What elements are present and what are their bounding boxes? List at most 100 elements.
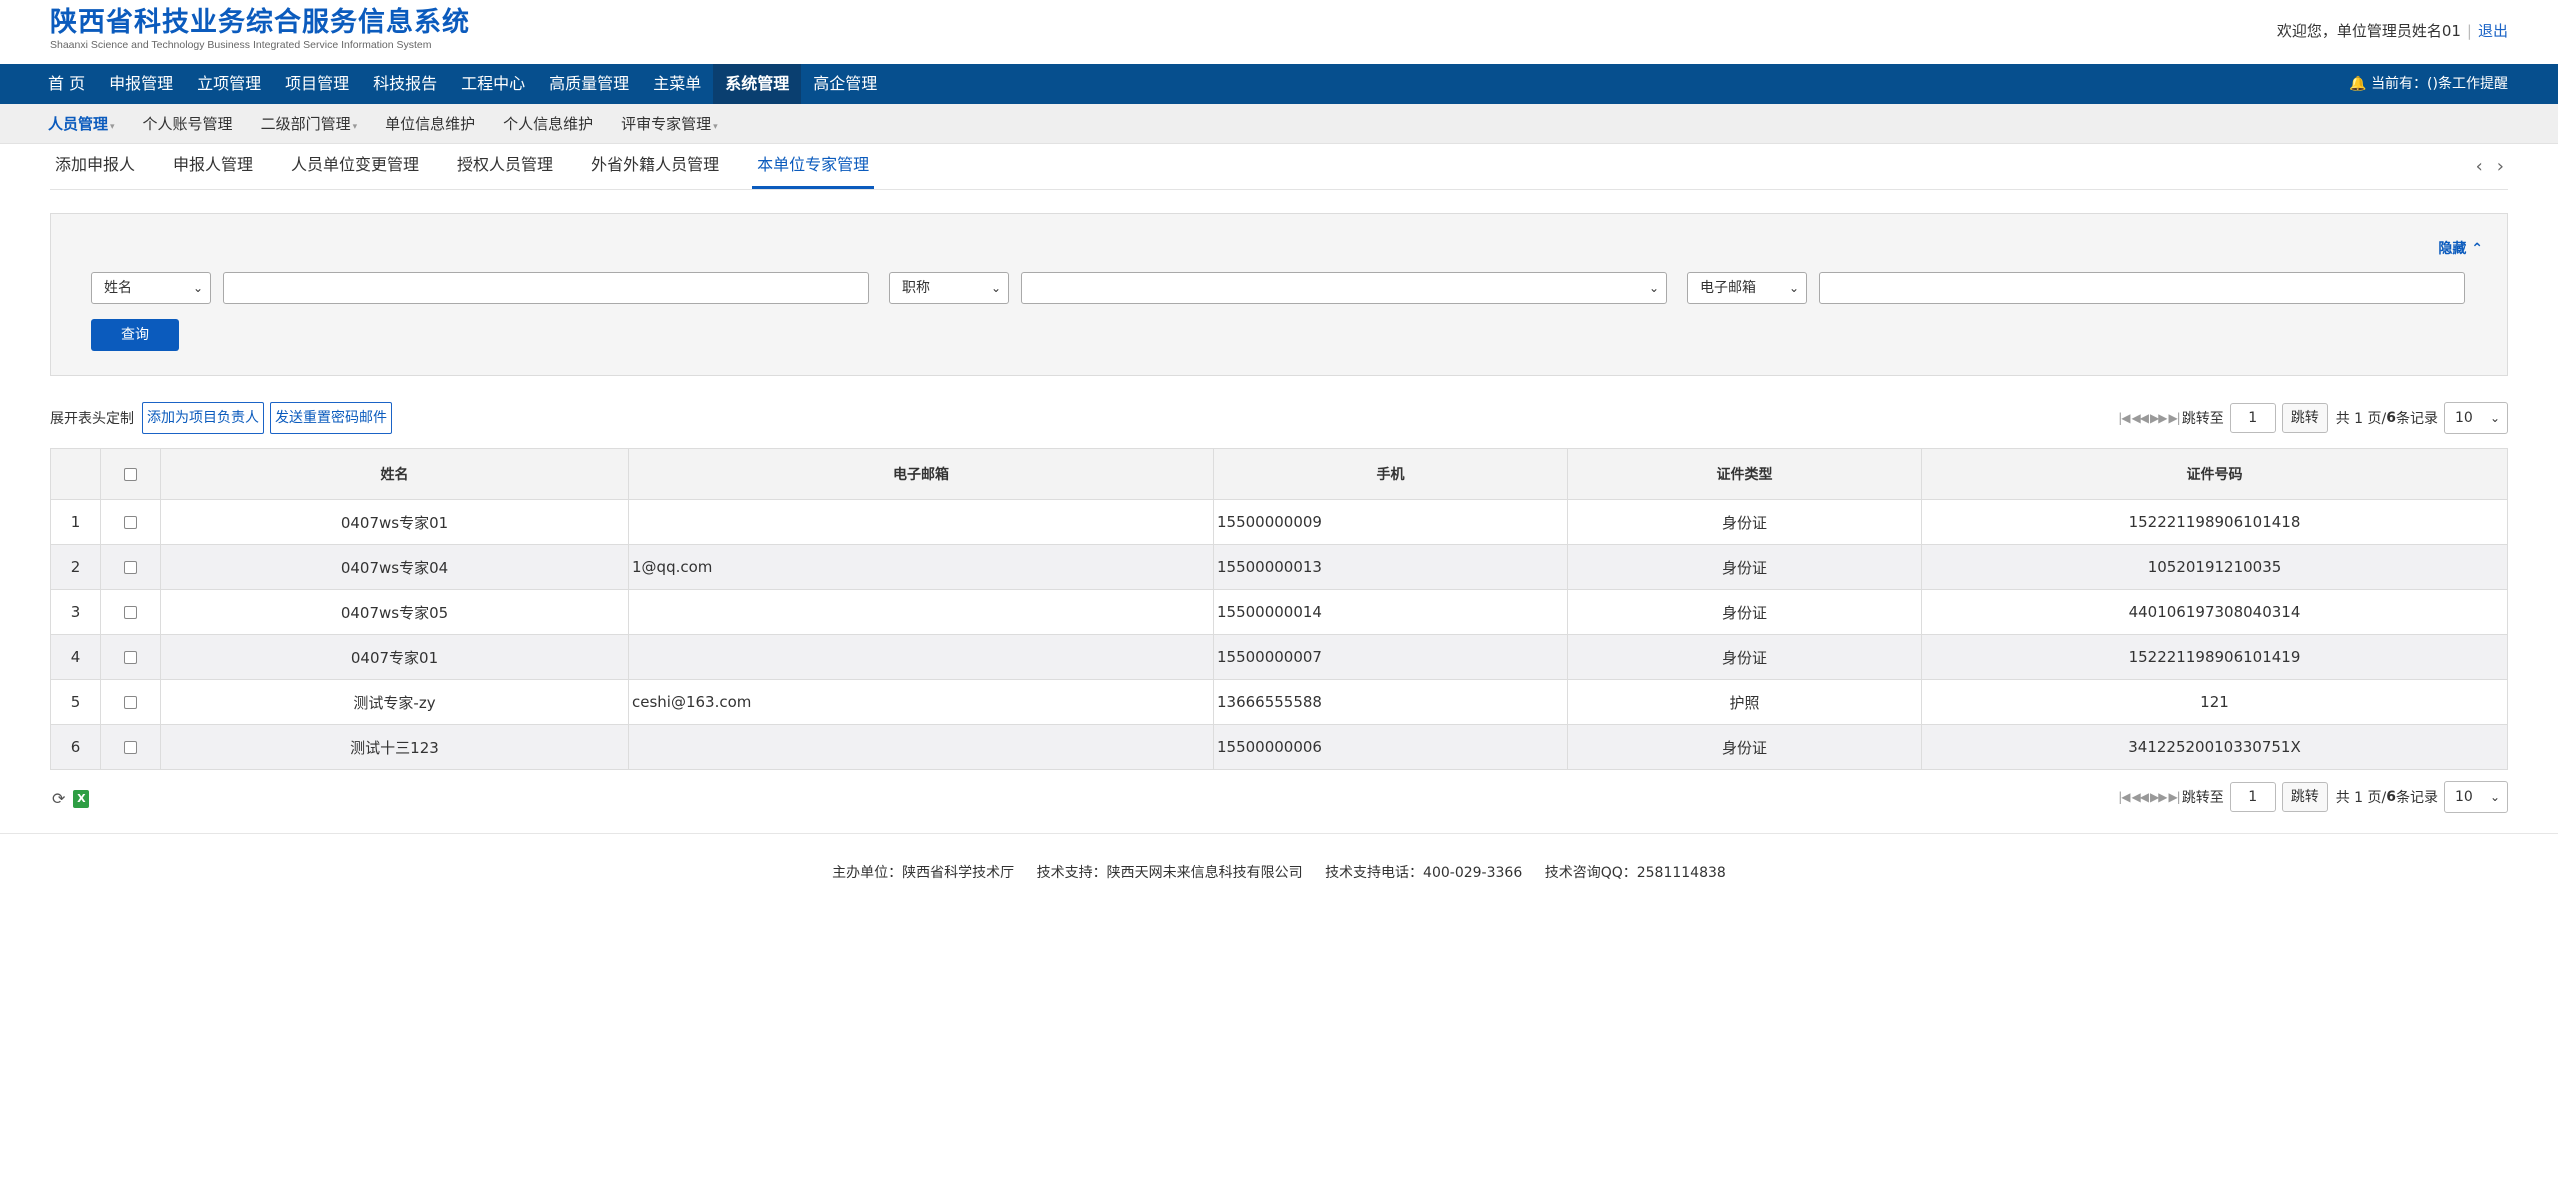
last-page-icon[interactable]: ▶| <box>2168 411 2180 425</box>
chevron-left-icon[interactable]: ‹ <box>2476 156 2483 177</box>
nav-declaration[interactable]: 申报管理 <box>97 64 185 104</box>
tab-foreign[interactable]: 外省外籍人员管理 <box>586 144 724 189</box>
row-checkbox[interactable] <box>124 741 137 754</box>
tab-applicant-manage[interactable]: 申报人管理 <box>168 144 258 189</box>
table-row[interactable]: 4 0407专家01 15500000007 身份证 1522211989061… <box>50 634 2508 680</box>
nav-system[interactable]: 系统管理 <box>713 64 802 104</box>
subnav-expert[interactable]: 评审专家管理 ▾ <box>607 104 732 147</box>
separator: | <box>2466 22 2472 40</box>
page-size-select[interactable]: 10 ⌄ <box>2444 402 2508 434</box>
nav-project[interactable]: 项目管理 <box>273 64 361 104</box>
subnav-unit-info[interactable]: 单位信息维护 <box>371 104 489 147</box>
nav-quality[interactable]: 高质量管理 <box>537 64 641 104</box>
table-row[interactable]: 1 0407ws专家01 15500000009 身份证 15222119890… <box>50 499 2508 545</box>
cell-email <box>628 724 1214 770</box>
main-nav: 首 页 申报管理 立项管理 项目管理 科技报告 工程中心 高质量管理 主菜单 系… <box>0 64 2558 104</box>
tab-add-applicant[interactable]: 添加申报人 <box>50 144 140 189</box>
nav-home[interactable]: 首 页 <box>36 64 97 104</box>
col-id-no[interactable]: 证件号码 <box>1921 448 2508 500</box>
row-index: 1 <box>50 499 101 545</box>
col-id-type[interactable]: 证件类型 <box>1567 448 1922 500</box>
pager-top: |◀ ◀◀ ▶▶ ▶| 跳转至 1 跳转 共 1 页/6 条记录 10 ⌄ <box>2118 402 2508 434</box>
field3-input[interactable] <box>1819 272 2465 304</box>
nav-approval[interactable]: 立项管理 <box>185 64 273 104</box>
table-row[interactable]: 2 0407ws专家04 1@qq.com 15500000013 身份证 10… <box>50 544 2508 590</box>
footer-qq: 技术咨询QQ：2581114838 <box>1544 865 1726 881</box>
cell-email <box>628 634 1214 680</box>
send-reset-password-button[interactable]: 发送重置密码邮件 <box>270 402 392 434</box>
field2-select[interactable]: 职称 ⌄ <box>889 272 1009 304</box>
site-logo[interactable]: 陕西省科技业务综合服务信息系统 Shaanxi Science and Tech… <box>50 6 470 51</box>
prev-page-icon[interactable]: ◀◀ <box>2132 790 2149 804</box>
field2-value-select[interactable]: ⌄ <box>1021 272 1667 304</box>
nav-hightech[interactable]: 高企管理 <box>801 64 889 104</box>
hide-search-link[interactable]: 隐藏 ⌃ <box>2438 238 2483 258</box>
chevron-right-icon[interactable]: › <box>2497 156 2504 177</box>
query-button[interactable]: 查询 <box>91 319 179 351</box>
excel-export-icon[interactable]: X <box>73 789 90 808</box>
row-checkbox[interactable] <box>124 561 137 574</box>
table-row[interactable]: 6 测试十三123 15500000006 身份证 34122520010330… <box>50 724 2508 770</box>
subnav-department[interactable]: 二级部门管理 ▾ <box>247 104 372 147</box>
row-checkbox[interactable] <box>124 696 137 709</box>
jump-to-label: 跳转至 <box>2181 790 2224 806</box>
logout-link[interactable]: 退出 <box>2478 22 2508 40</box>
cell-phone: 15500000007 <box>1213 634 1568 680</box>
tab-bar: 添加申报人 申报人管理 人员单位变更管理 授权人员管理 外省外籍人员管理 本单位… <box>50 144 2508 190</box>
first-page-icon[interactable]: |◀ <box>2118 411 2130 425</box>
customize-header-link[interactable]: 展开表头定制 <box>50 408 134 428</box>
tab-authorized[interactable]: 授权人员管理 <box>452 144 558 189</box>
row-checkbox[interactable] <box>124 606 137 619</box>
cell-name: 0407ws专家05 <box>160 589 629 635</box>
cell-id-type: 身份证 <box>1567 589 1922 635</box>
first-page-icon[interactable]: |◀ <box>2118 790 2130 804</box>
table-row[interactable]: 3 0407ws专家05 15500000014 身份证 44010619730… <box>50 589 2508 635</box>
prev-page-icon[interactable]: ◀◀ <box>2132 411 2149 425</box>
user-area: 欢迎您，单位管理员姓名01 | 退出 <box>2277 20 2508 41</box>
last-page-icon[interactable]: ▶| <box>2168 790 2180 804</box>
col-email[interactable]: 电子邮箱 <box>628 448 1214 500</box>
next-page-icon[interactable]: ▶▶ <box>2150 790 2167 804</box>
subnav-account[interactable]: 个人账号管理 <box>129 104 247 147</box>
subnav-department-label: 二级部门管理 <box>260 115 351 133</box>
row-checkbox-cell <box>100 544 161 590</box>
table-row[interactable]: 5 测试专家-zy ceshi@163.com 13666555588 护照 1… <box>50 679 2508 725</box>
page-size-select[interactable]: 10 ⌄ <box>2444 781 2508 813</box>
row-index: 4 <box>50 634 101 680</box>
nav-engineering[interactable]: 工程中心 <box>449 64 537 104</box>
col-select-all <box>100 448 161 500</box>
row-checkbox[interactable] <box>124 516 137 529</box>
row-checkbox-cell <box>100 679 161 725</box>
field1-select[interactable]: 姓名 ⌄ <box>91 272 211 304</box>
row-checkbox[interactable] <box>124 651 137 664</box>
jump-button[interactable]: 跳转 <box>2281 782 2328 812</box>
page-number-input[interactable]: 1 <box>2229 782 2276 812</box>
welcome-text: 欢迎您，单位管理员姓名01 <box>2276 22 2461 40</box>
select-all-checkbox[interactable] <box>124 467 137 481</box>
jump-button[interactable]: 跳转 <box>2281 403 2328 433</box>
field1-input[interactable] <box>223 272 869 304</box>
footer-host: 主办单位：陕西省科学技术厅 <box>832 865 1015 881</box>
tab-unit-expert[interactable]: 本单位专家管理 <box>752 144 875 189</box>
subnav-personal-info[interactable]: 个人信息维护 <box>489 104 607 147</box>
cell-id-type: 身份证 <box>1567 544 1922 590</box>
next-page-icon[interactable]: ▶▶ <box>2150 411 2167 425</box>
refresh-icon[interactable]: ⟳ <box>52 789 65 808</box>
nav-main-menu[interactable]: 主菜单 <box>641 64 713 104</box>
top-header: 陕西省科技业务综合服务信息系统 Shaanxi Science and Tech… <box>0 0 2558 64</box>
cell-id-type: 身份证 <box>1567 499 1922 545</box>
page-number-input[interactable]: 1 <box>2229 403 2276 433</box>
row-index: 2 <box>50 544 101 590</box>
col-phone[interactable]: 手机 <box>1213 448 1568 500</box>
site-title: 陕西省科技业务综合服务信息系统 <box>50 7 470 38</box>
row-index: 5 <box>50 679 101 725</box>
col-name[interactable]: 姓名 <box>160 448 629 500</box>
work-reminder[interactable]: 🔔 当前有：()条工作提醒 <box>2349 64 2508 104</box>
nav-report[interactable]: 科技报告 <box>361 64 449 104</box>
subnav-personnel[interactable]: 人员管理 ▾ <box>34 104 129 147</box>
search-panel: 隐藏 ⌃ 姓名 ⌄ 职称 ⌄ ⌄ 电子邮箱 ⌄ 查询 <box>50 213 2508 376</box>
add-project-leader-button[interactable]: 添加为项目负责人 <box>142 402 264 434</box>
field3-select[interactable]: 电子邮箱 ⌄ <box>1687 272 1807 304</box>
page-footer: 主办单位：陕西省科学技术厅 技术支持：陕西天网未来信息科技有限公司 技术支持电话… <box>0 833 2558 882</box>
tab-unit-change[interactable]: 人员单位变更管理 <box>286 144 424 189</box>
